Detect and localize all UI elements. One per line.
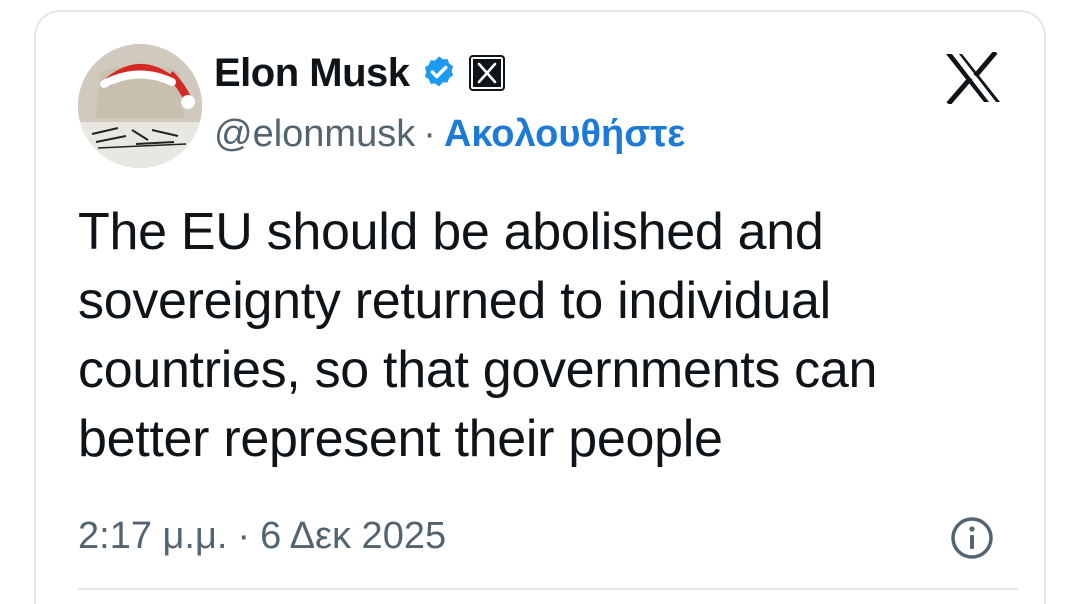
tweet-text: The EU should be abolished and sovereign… <box>78 203 878 468</box>
avatar-santa-hat-icon <box>78 44 202 168</box>
info-icon[interactable] <box>948 514 996 562</box>
page: Elon Musk @elonmusk · Ακολουθήστε The EU… <box>0 0 1080 604</box>
avatar[interactable] <box>78 44 202 168</box>
author-handle[interactable]: @elonmusk <box>214 113 415 156</box>
author-name-row: Elon Musk <box>214 48 506 98</box>
tweet-date[interactable]: 6 Δεκ 2025 <box>260 515 446 558</box>
author-handle-row: @elonmusk · Ακολουθήστε <box>214 110 685 158</box>
author-display-name[interactable]: Elon Musk <box>214 51 410 96</box>
tweet-time[interactable]: 2:17 μ.μ. <box>78 515 227 558</box>
tweet-meta: 2:17 μ.μ. · 6 Δεκ 2025 <box>78 510 446 562</box>
verified-badge-icon <box>424 56 453 87</box>
divider <box>78 588 1018 590</box>
handle-separator: · <box>423 112 436 155</box>
x-logo-icon[interactable] <box>944 52 1002 104</box>
meta-separator: · <box>237 514 251 557</box>
x-affiliate-badge-icon <box>468 54 506 92</box>
follow-button[interactable]: Ακολουθήστε <box>444 113 685 156</box>
